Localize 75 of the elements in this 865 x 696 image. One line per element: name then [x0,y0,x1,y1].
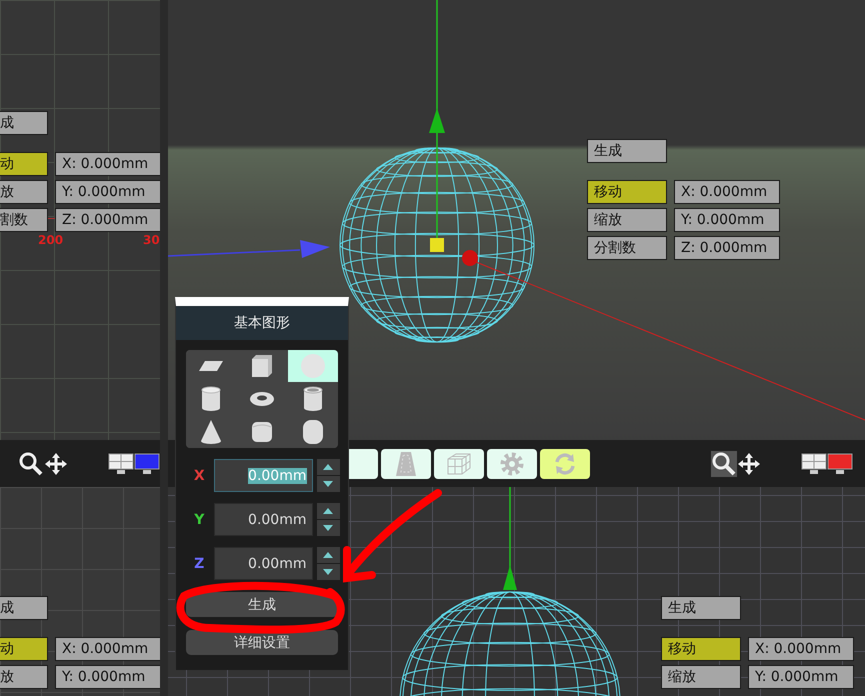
coordinate-readout: Y: 0.000mm [748,665,854,689]
plane-icon [198,360,224,372]
move-icon[interactable] [737,452,761,476]
torus-icon [249,391,275,407]
generate-button[interactable]: 生成 [587,139,667,163]
monitor-icon[interactable] [827,452,853,474]
input-field[interactable]: 0.00mm [214,503,312,536]
increment-button[interactable] [316,503,340,519]
increment-button[interactable] [316,547,340,563]
trapezoid-icon [395,450,417,476]
rounded-cube-icon [250,420,274,444]
axis-arrow[interactable] [503,487,517,590]
coordinate-readout: Y: 0.000mm [55,180,160,204]
gear-tool-button[interactable] [487,448,537,478]
generate-button[interactable]: 成 [0,111,48,135]
trapezoid-tool-button[interactable] [381,448,431,478]
caret-up-icon [323,508,333,514]
mode-button[interactable]: 动 [0,152,48,176]
tube-icon [303,386,323,412]
refresh-tool-button[interactable] [540,448,590,478]
ortho-viewport[interactable]: 200 30 成 动 X: 0.000mm 放 Y: 0.000mm 割数 Z: 0.000mm [0,0,160,440]
axis-handle[interactable] [462,250,478,266]
input-field[interactable]: 0.00mm [214,547,312,580]
mode-button[interactable]: 缩放 [661,665,741,689]
grid-monitor-icon[interactable] [108,452,134,474]
axis-arrow[interactable] [429,0,445,238]
caret-down-icon [323,569,333,575]
move-icon[interactable] [44,452,68,476]
decrement-button[interactable] [316,564,340,580]
mode-button[interactable]: 分割数 [587,236,667,260]
mode-button[interactable]: 移动 [587,180,667,204]
coordinate-readout: X: 0.000mm [55,152,160,176]
decrement-button[interactable] [316,476,340,492]
cube-grid-tool-button[interactable] [434,448,484,478]
settings-button[interactable]: 详细设置 [186,630,338,655]
coordinate-readout: Y: 0.000mm [55,665,160,689]
monitor-icon[interactable] [134,452,160,474]
coordinate-readout: Z: 0.000mm [55,208,160,232]
search-icon[interactable] [711,450,737,476]
coordinate-readout: X: 0.000mm [55,637,160,661]
cube-icon [250,354,274,378]
center-handle[interactable] [430,238,444,252]
axis-label: X [192,468,206,484]
axis-label: 30 [143,233,160,247]
coordinate-readout: Y: 0.000mm [674,208,780,232]
ortho-viewport[interactable]: 成 动 X: 0.000mm 放 Y: 0.000mm [0,487,160,696]
generate-button[interactable]: 成 [0,596,48,620]
caret-up-icon [323,464,333,470]
search-icon[interactable] [18,450,44,476]
mode-button[interactable]: 缩放 [587,208,667,232]
axis-label: 200 [38,233,64,247]
cube-grid-icon [446,450,472,476]
coordinate-readout: X: 0.000mm [674,180,780,204]
coordinate-readout: Z: 0.000mm [674,236,780,260]
cone-icon [200,419,222,445]
caret-up-icon [323,552,333,558]
coordinate-readout: X: 0.000mm [748,637,854,661]
generate-button[interactable]: 生成 [186,592,338,617]
axis-label: Z [193,556,206,572]
gear-icon [499,450,525,476]
mode-button[interactable]: 放 [0,180,48,204]
cylinder-icon [201,386,221,412]
generate-button[interactable]: 生成 [661,596,741,620]
mode-button[interactable]: 放 [0,665,48,689]
axis-label: Y [193,512,206,528]
mode-button[interactable]: 动 [0,637,48,661]
mode-button[interactable]: 移动 [661,637,741,661]
decrement-button[interactable] [316,520,340,536]
panel-title: 基本图形 [176,306,348,340]
mode-button[interactable]: 割数 [0,208,48,232]
rounded-cylinder-icon [302,419,324,445]
increment-button[interactable] [316,459,340,475]
caret-down-icon [323,525,333,531]
sphere-icon [300,353,326,379]
grid-monitor-icon[interactable] [801,452,827,474]
